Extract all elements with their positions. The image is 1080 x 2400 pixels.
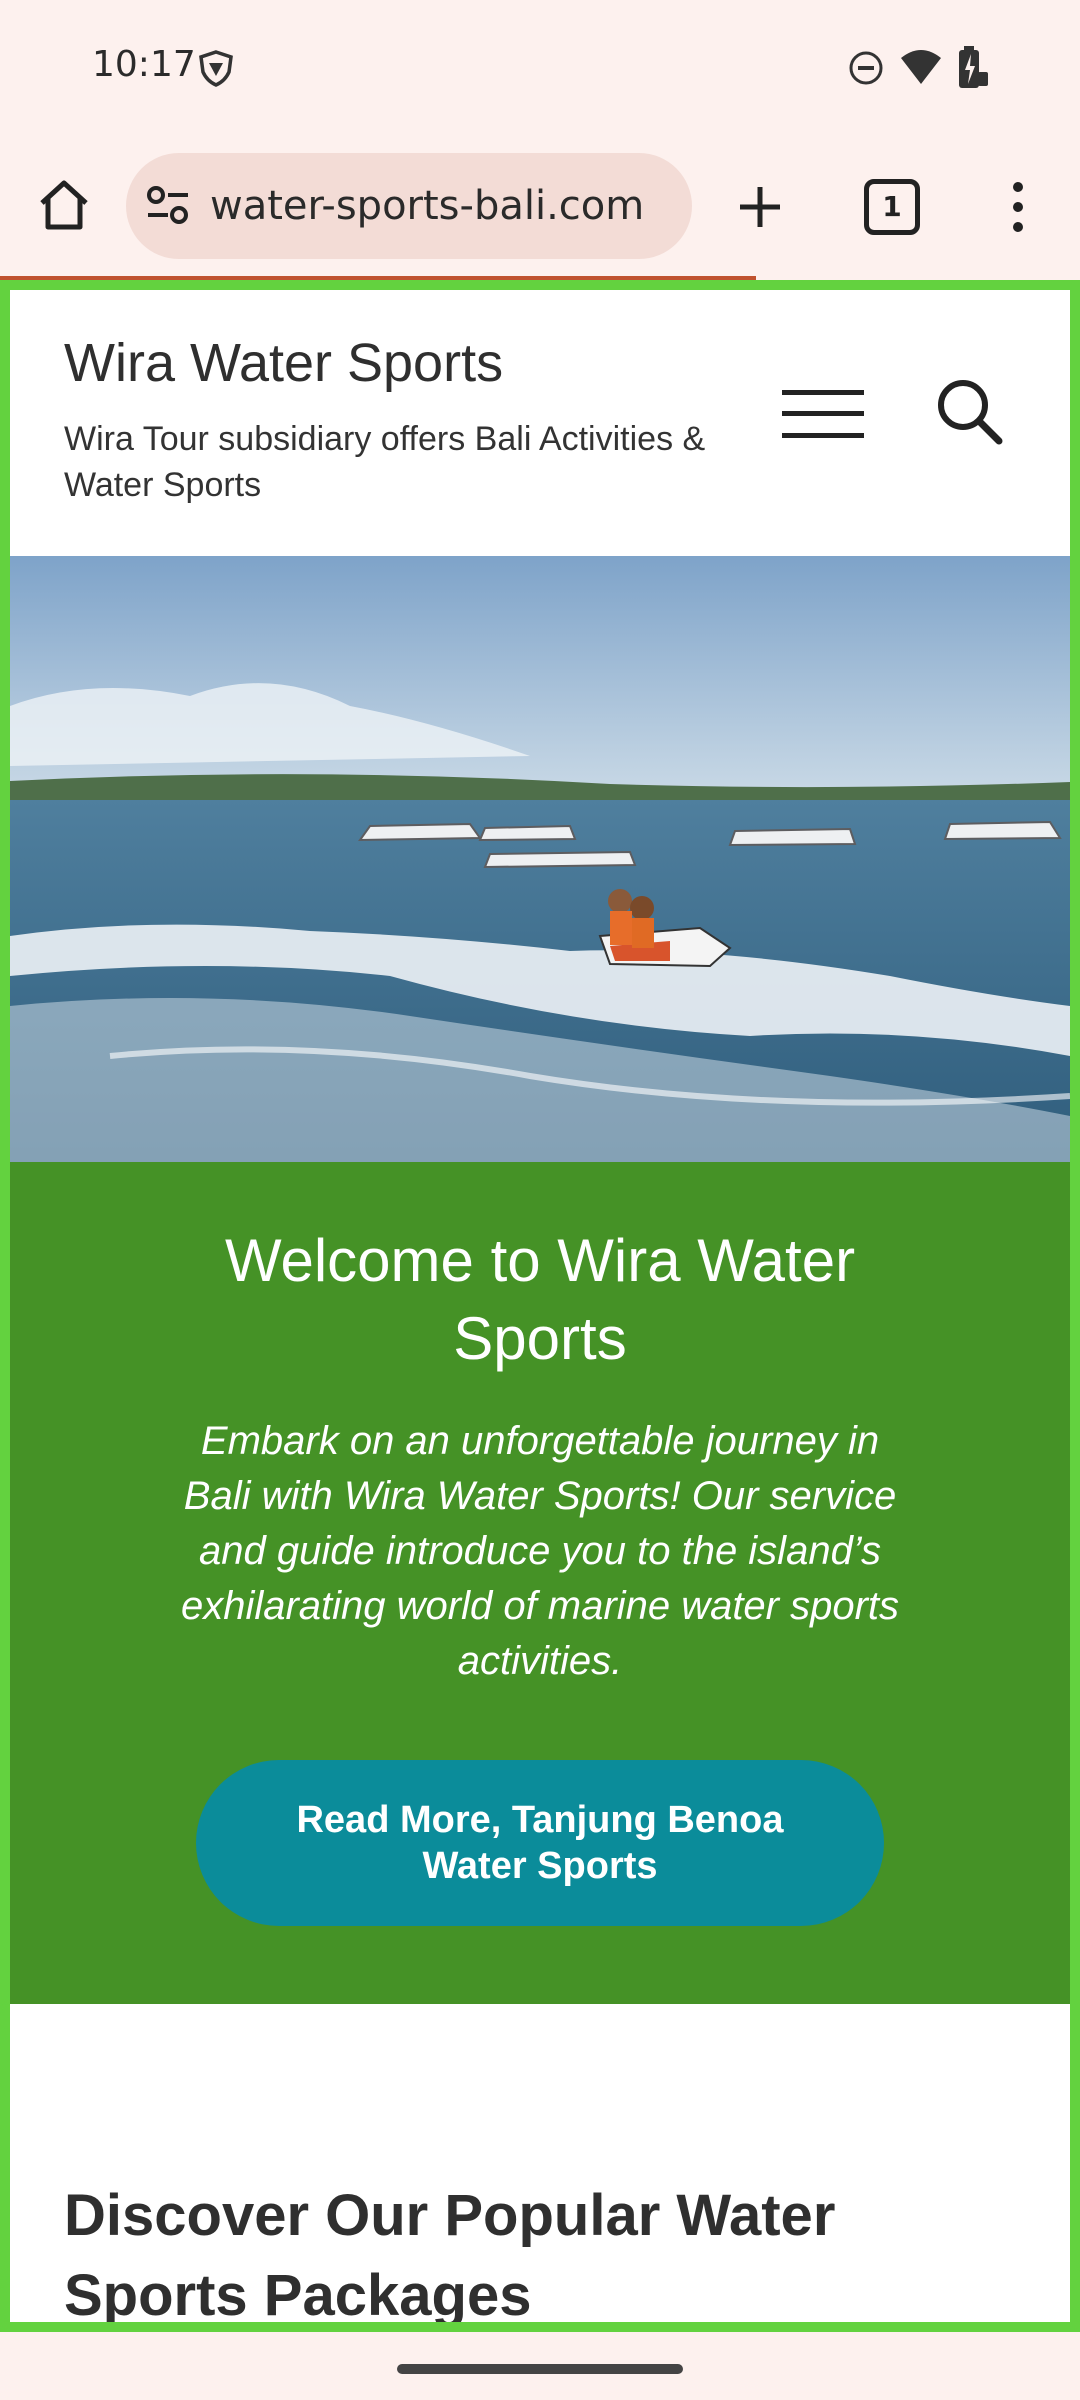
gesture-navigation-bar[interactable]	[397, 2364, 683, 2374]
welcome-section: Welcome to Wira Water Sports Embark on a…	[10, 1162, 1070, 2004]
page-viewport: Wira Water Sports Wira Tour subsidiary o…	[0, 280, 1080, 2332]
status-time: 10:17	[92, 44, 196, 85]
hamburger-menu-icon[interactable]	[780, 388, 866, 440]
url-text[interactable]: water-sports-bali.com	[210, 183, 644, 229]
jet-ski-on-sea-photo	[10, 556, 1070, 1162]
tab-switcher-button[interactable]: 1	[864, 179, 920, 235]
wifi-icon	[901, 50, 941, 84]
browser-toolbar: water-sports-bali.com 1	[0, 135, 1080, 278]
address-bar[interactable]: water-sports-bali.com	[126, 153, 692, 259]
status-bar: 10:17	[0, 0, 1080, 135]
site-settings-icon[interactable]	[146, 185, 190, 227]
battery-icon	[959, 46, 988, 88]
read-more-button[interactable]: Read More, Tanjung Benoa Water Sports	[196, 1760, 884, 1926]
tab-count: 1	[864, 179, 920, 235]
site-title[interactable]: Wira Water Sports	[64, 332, 503, 394]
welcome-text: Embark on an unforgettable journey in Ba…	[180, 1419, 900, 1683]
site-tagline: Wira Tour subsidiary offers Bali Activit…	[64, 420, 706, 504]
packages-heading: Discover Our Popular Water Sports Packag…	[64, 2183, 836, 2328]
vpn-shield-icon	[199, 50, 233, 87]
more-menu-icon[interactable]	[1000, 177, 1036, 237]
welcome-title: Welcome to Wira Water Sports	[224, 1227, 856, 1372]
home-icon[interactable]	[34, 175, 94, 235]
new-tab-icon[interactable]	[730, 177, 790, 237]
do-not-disturb-icon	[849, 51, 883, 85]
site-header: Wira Water Sports Wira Tour subsidiary o…	[10, 290, 1070, 556]
search-icon[interactable]	[934, 376, 1004, 446]
